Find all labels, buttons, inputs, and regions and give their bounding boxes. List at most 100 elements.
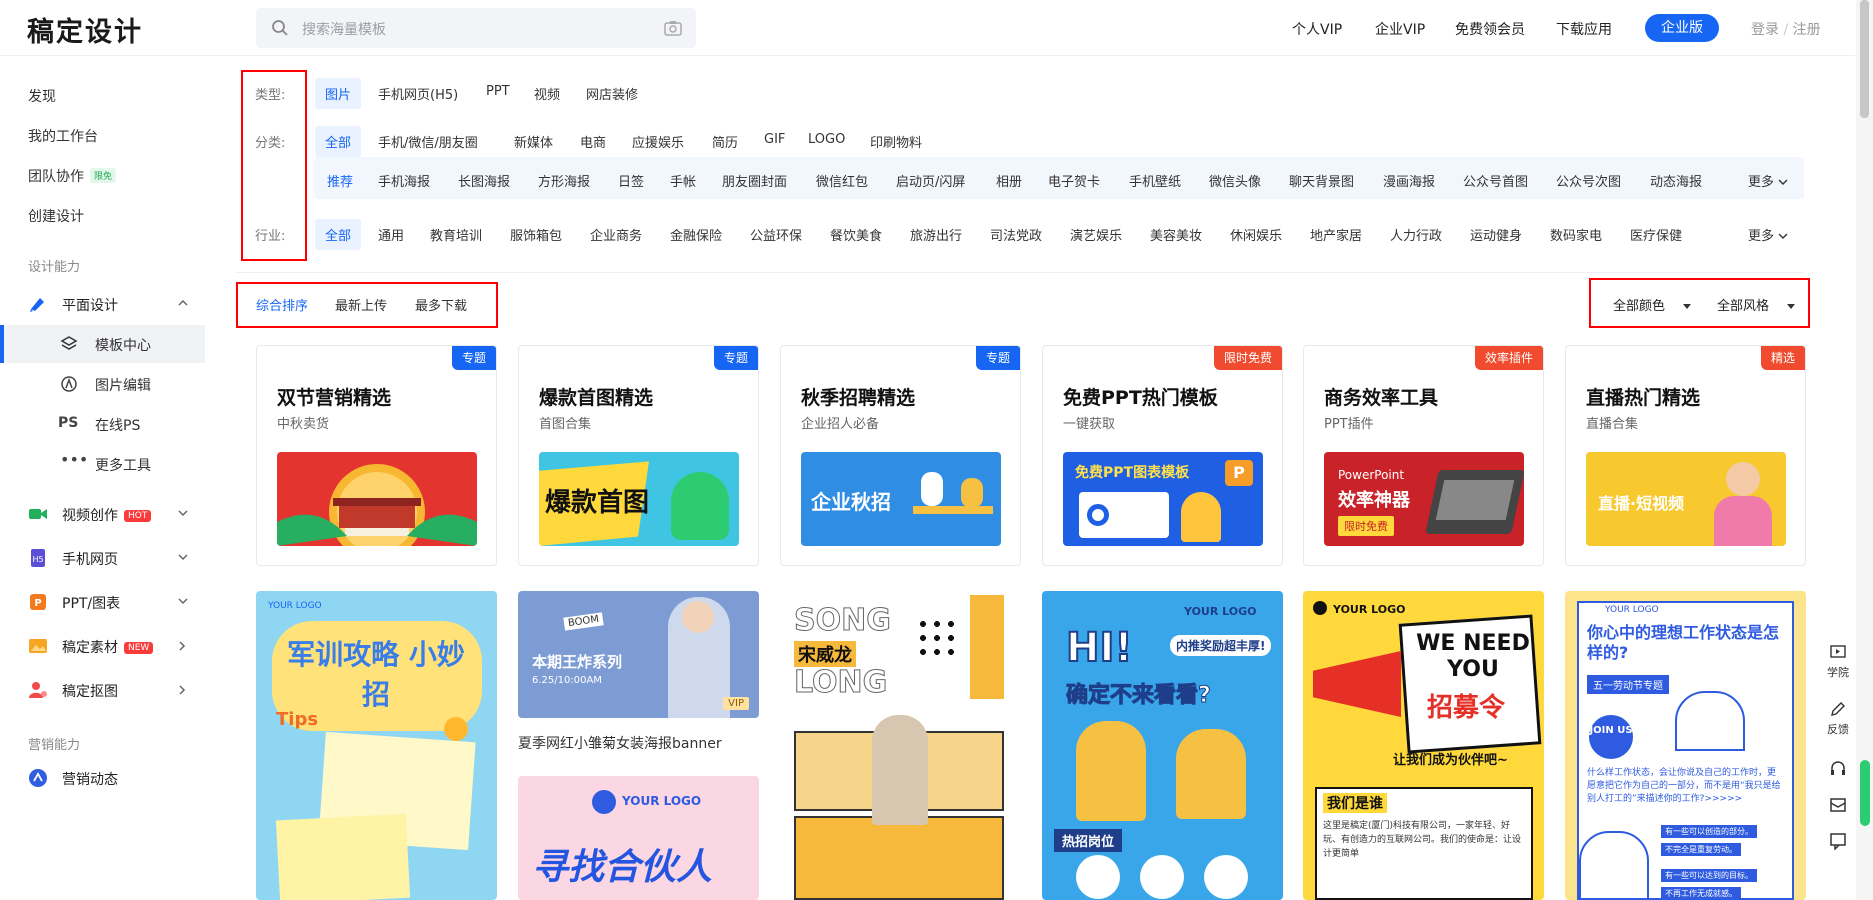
sidebar-item-image-edit[interactable]: 图片编辑 <box>0 365 205 403</box>
subcategory-chip[interactable]: 长图海报 <box>458 171 510 190</box>
search-input[interactable]: 搜索海量模板 <box>302 19 386 39</box>
topic-card[interactable]: 限时免费 免费PPT热门模板 一键获取 免费PPT图表模板 P <box>1042 345 1283 566</box>
industry-chip[interactable]: 数码家电 <box>1550 225 1602 244</box>
subcategory-chip[interactable]: 微信头像 <box>1209 171 1261 190</box>
subcategory-chip[interactable]: 公众号次图 <box>1556 171 1621 190</box>
industry-chip[interactable]: 人力行政 <box>1390 225 1442 244</box>
message-tool[interactable] <box>1823 796 1853 817</box>
subcategory-chip[interactable]: 公众号首图 <box>1463 171 1528 190</box>
industry-chip[interactable]: 美容美妆 <box>1150 225 1202 244</box>
register-link[interactable]: 注册 <box>1793 22 1821 38</box>
subcategory-chip[interactable]: 漫画海报 <box>1383 171 1435 190</box>
template-item[interactable]: YOUR LOGO HI! 内推奖励超丰厚! 确定不来看看? 热招岗位 <box>1042 591 1283 900</box>
category-chip[interactable]: GIF <box>764 132 785 147</box>
template-item[interactable]: YOUR LOGO 寻找合伙人 <box>518 776 759 900</box>
category-chip[interactable]: 简历 <box>712 132 738 151</box>
camera-icon[interactable] <box>664 20 682 36</box>
category-chip[interactable]: LOGO <box>808 132 845 147</box>
subcategory-chip[interactable]: 微信红包 <box>816 171 868 190</box>
category-chip[interactable]: 印刷物料 <box>870 132 922 151</box>
sidebar-item-video[interactable]: 视频创作 HOT <box>0 495 205 533</box>
sidebar-item-h5[interactable]: H5 手机网页 <box>0 539 205 577</box>
site-logo[interactable]: 稿定设计 <box>27 10 143 49</box>
category-chip[interactable]: 新媒体 <box>514 132 553 151</box>
subcategory-chip[interactable]: 动态海报 <box>1650 171 1702 190</box>
category-chip[interactable]: 电商 <box>580 132 606 151</box>
industry-chip[interactable]: 休闲娱乐 <box>1230 225 1282 244</box>
industry-chip[interactable]: 地产家居 <box>1310 225 1362 244</box>
type-chip[interactable]: 视频 <box>534 84 560 103</box>
subcategory-chip[interactable]: 相册 <box>996 171 1022 190</box>
category-chip[interactable]: 全部 <box>315 126 362 157</box>
type-chip[interactable]: 图片 <box>315 78 362 109</box>
chat-tool[interactable] <box>1823 832 1853 853</box>
subcategory-chip[interactable]: 推荐 <box>327 171 353 190</box>
industry-chip[interactable]: 旅游出行 <box>910 225 962 244</box>
topic-card[interactable]: 效率插件 商务效率工具 PPT插件 PowerPoint 效率神器 限时免费 <box>1303 345 1544 566</box>
industry-chip[interactable]: 全部 <box>315 219 362 250</box>
sidebar-item-template-center[interactable]: 模板中心 <box>0 325 205 363</box>
industry-chip[interactable]: 演艺娱乐 <box>1070 225 1122 244</box>
login-link[interactable]: 登录 <box>1751 22 1779 38</box>
template-item[interactable]: BOOM 本期王炸系列 6.25/10:00AM VIP <box>518 591 759 718</box>
topic-card[interactable]: 精选 直播热门精选 直播合集 直播·短视频 <box>1565 345 1806 566</box>
sidebar-item-team[interactable]: 团队协作 限免 <box>28 166 117 186</box>
template-caption[interactable]: 夏季网红小雏菊女装海报banner <box>518 733 722 753</box>
subcategory-chip[interactable]: 手机壁纸 <box>1129 171 1181 190</box>
enterprise-button[interactable]: 企业版 <box>1645 14 1719 42</box>
subcategory-chip[interactable]: 启动页/闪屏 <box>896 171 965 190</box>
support-tool[interactable] <box>1823 760 1853 781</box>
nav-personal-vip[interactable]: 个人VIP <box>1292 19 1342 39</box>
sidebar-item-online-ps[interactable]: PS 在线PS <box>0 405 205 443</box>
color-dropdown[interactable]: 全部颜色 <box>1613 295 1692 314</box>
template-item[interactable]: YOUR LOGO 军训攻略 小妙招 Tips <box>256 591 497 900</box>
subcategory-more[interactable]: 更多 <box>1748 171 1788 190</box>
template-item[interactable]: SONG 宋威龙 LONG <box>780 591 1021 900</box>
nav-free-member[interactable]: 免费领会员 <box>1455 19 1525 39</box>
industry-chip[interactable]: 公益环保 <box>750 225 802 244</box>
nav-enterprise-vip[interactable]: 企业VIP <box>1375 19 1425 39</box>
industry-chip[interactable]: 教育培训 <box>430 225 482 244</box>
category-chip[interactable]: 应援娱乐 <box>632 132 684 151</box>
industry-chip[interactable]: 金融保险 <box>670 225 722 244</box>
subcategory-chip[interactable]: 朋友圈封面 <box>722 171 787 190</box>
style-dropdown[interactable]: 全部风格 <box>1717 295 1796 314</box>
sort-comprehensive[interactable]: 综合排序 <box>256 295 308 314</box>
feedback-tool[interactable]: 反馈 <box>1823 702 1853 737</box>
template-item[interactable]: YOUR LOGO WE NEED YOU 招募令 让我们成为伙伴吧~ 我们是谁… <box>1303 591 1544 900</box>
topic-card[interactable]: 专题 秋季招聘精选 企业招人必备 企业秋招 <box>780 345 1021 566</box>
sidebar-item-create[interactable]: 创建设计 <box>28 206 84 226</box>
subcategory-chip[interactable]: 日签 <box>618 171 644 190</box>
nav-download-app[interactable]: 下载应用 <box>1556 19 1612 39</box>
sidebar-item-more-tools[interactable]: ••• 更多工具 <box>0 445 205 483</box>
type-chip[interactable]: PPT <box>486 84 510 99</box>
sidebar-item-discover[interactable]: 发现 <box>28 86 56 106</box>
industry-chip[interactable]: 餐饮美食 <box>830 225 882 244</box>
sidebar-item-ppt[interactable]: P PPT/图表 <box>0 583 205 621</box>
industry-chip[interactable]: 医疗保健 <box>1630 225 1682 244</box>
scrollbar-thumb[interactable] <box>1860 0 1869 118</box>
industry-chip[interactable]: 运动健身 <box>1470 225 1522 244</box>
academy-tool[interactable]: 学院 <box>1823 645 1853 680</box>
sidebar-item-workspace[interactable]: 我的工作台 <box>28 126 98 146</box>
sidebar-item-material[interactable]: 稿定素材 NEW <box>0 627 205 665</box>
sidebar-item-cutout[interactable]: 稿定抠图 <box>0 671 205 709</box>
sort-most-downloads[interactable]: 最多下载 <box>415 295 467 314</box>
industry-more[interactable]: 更多 <box>1748 225 1788 244</box>
subcategory-chip[interactable]: 手机海报 <box>378 171 430 190</box>
industry-chip[interactable]: 企业商务 <box>590 225 642 244</box>
topic-card[interactable]: 专题 双节营销精选 中秋卖货 <box>256 345 497 566</box>
topic-card[interactable]: 专题 爆款首图精选 首图合集 爆款首图 <box>518 345 759 566</box>
subcategory-chip[interactable]: 手帐 <box>670 171 696 190</box>
search-box[interactable]: 搜索海量模板 <box>256 8 696 48</box>
sort-newest[interactable]: 最新上传 <box>335 295 387 314</box>
type-chip[interactable]: 手机网页(H5) <box>378 84 458 103</box>
subcategory-chip[interactable]: 聊天背景图 <box>1289 171 1354 190</box>
subcategory-chip[interactable]: 电子贺卡 <box>1048 171 1100 190</box>
type-chip[interactable]: 网店装修 <box>586 84 638 103</box>
industry-chip[interactable]: 服饰箱包 <box>510 225 562 244</box>
subcategory-chip[interactable]: 方形海报 <box>538 171 590 190</box>
sidebar-item-marketing[interactable]: 营销动态 <box>0 759 205 797</box>
category-chip[interactable]: 手机/微信/朋友圈 <box>378 132 478 151</box>
industry-chip[interactable]: 通用 <box>378 225 404 244</box>
